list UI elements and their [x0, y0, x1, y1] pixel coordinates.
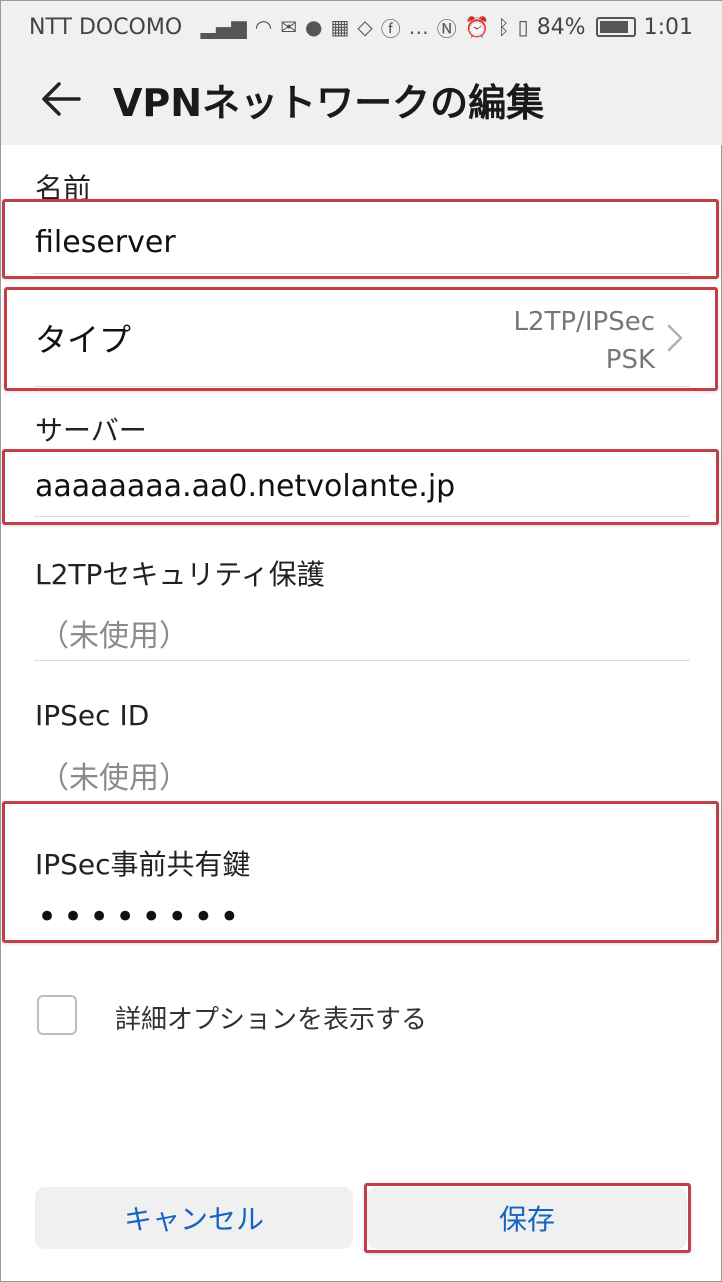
type-highlight — [4, 287, 718, 391]
calendar-icon: ▦ — [330, 15, 350, 39]
advanced-options-label[interactable]: 詳細オプションを表示する — [115, 999, 427, 1036]
ipsec-id-label: IPSec ID — [35, 699, 150, 732]
name-highlight — [2, 199, 719, 279]
battery-percent: 84% — [536, 14, 586, 40]
cancel-button[interactable]: キャンセル — [35, 1187, 353, 1249]
psk-highlight — [2, 801, 719, 943]
page-title: VPNネットワークの編集 — [113, 80, 545, 125]
facebook-icon: ⓕ — [380, 16, 401, 41]
nfc-icon: Ⓝ — [436, 16, 457, 41]
ipsec-id-input[interactable]: （未使用） — [39, 753, 189, 797]
l2tp-secret-divider — [34, 660, 690, 661]
server-label: サーバー — [35, 414, 147, 447]
clock: 1:01 — [643, 14, 693, 40]
carrier-name: NTT DOCOMO — [29, 14, 183, 40]
battery-icon — [595, 17, 636, 37]
app-bar: VPNネットワークの編集 — [1, 53, 722, 145]
back-arrow-icon[interactable] — [31, 69, 91, 129]
l2tp-secret-input[interactable]: （未使用） — [39, 611, 189, 655]
l2tp-secret-label: L2TPセキュリティ保護 — [35, 558, 325, 591]
more-icon: … — [408, 15, 429, 39]
vibrate-icon: ▯ — [517, 15, 529, 39]
mail-icon: ✉ — [280, 15, 298, 39]
signal-icon: ▂▄▆ — [200, 15, 247, 39]
server-highlight — [2, 449, 719, 525]
advanced-options-checkbox[interactable] — [37, 995, 77, 1035]
save-highlight — [364, 1183, 691, 1253]
wifi-icon: ◠ — [254, 15, 273, 39]
gem-icon: ◇ — [357, 15, 373, 39]
bluetooth-icon: ᛒ — [497, 15, 510, 39]
alarm-icon: ⏰ — [464, 15, 490, 39]
status-icons: ▂▄▆ ◠ ✉ ● ▦ ◇ ⓕ … Ⓝ ⏰ ᛒ ▯ 84% 1:01 — [201, 1, 693, 53]
line-icon: ● — [305, 15, 323, 39]
